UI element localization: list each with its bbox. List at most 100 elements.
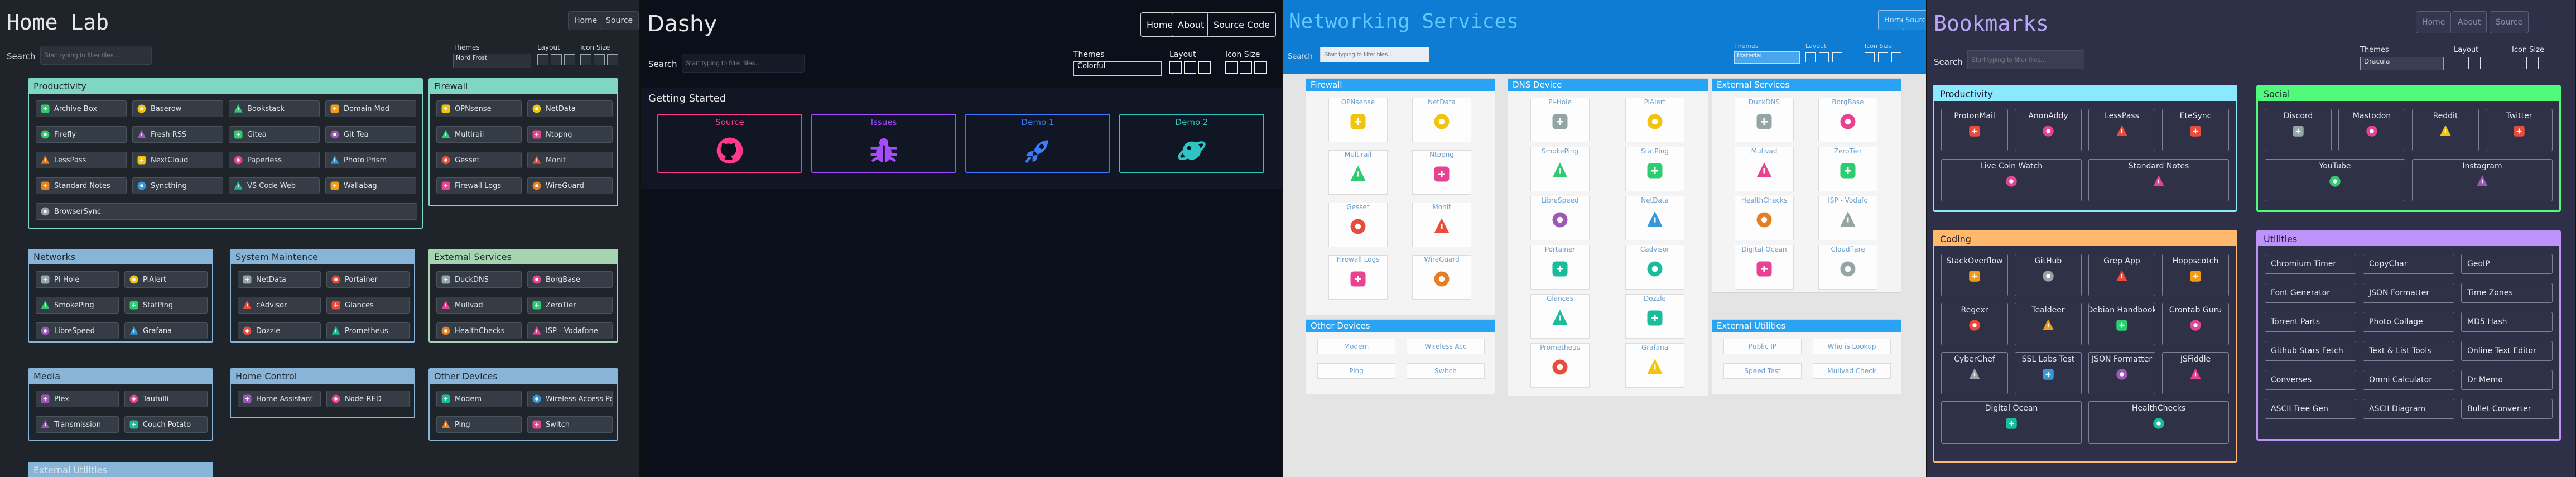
- section-header[interactable]: External Utilities: [29, 463, 212, 477]
- tile-tealdeer[interactable]: Tealdeer: [2015, 303, 2082, 345]
- section-header[interactable]: Social: [2258, 86, 2559, 101]
- link-ascii-diagram[interactable]: ASCII Diagram: [2363, 399, 2454, 419]
- icon-size-small-button[interactable]: [1225, 61, 1238, 74]
- tile-gesset[interactable]: Gesset: [1328, 203, 1388, 247]
- tile-statping[interactable]: StatPing: [124, 297, 208, 314]
- tile-baserow[interactable]: Baserow: [132, 100, 223, 117]
- tile-dozzle[interactable]: Dozzle: [1625, 294, 1684, 339]
- tile-firefly[interactable]: Firefly: [36, 126, 127, 143]
- link-copychar[interactable]: CopyChar: [2363, 254, 2454, 274]
- section-header[interactable]: Firewall: [430, 79, 617, 94]
- tile-borgbase[interactable]: BorgBase: [527, 271, 613, 288]
- tile-smokeping[interactable]: SmokePing: [1530, 147, 1590, 191]
- tile-lesspass[interactable]: LessPass: [2088, 109, 2155, 151]
- tile-vs-code-web[interactable]: VS Code Web: [229, 177, 320, 194]
- nav-source-button[interactable]: Source: [1903, 10, 1926, 30]
- link-json-formatter[interactable]: JSON Formatter: [2363, 283, 2454, 303]
- tile-git-tea[interactable]: Git Tea: [325, 126, 416, 143]
- search-input[interactable]: [40, 46, 152, 65]
- section-header[interactable]: Other Devices: [1306, 320, 1495, 332]
- tile-grafana[interactable]: Grafana: [124, 322, 208, 339]
- theme-select[interactable]: Dracula: [2360, 57, 2444, 70]
- section-header[interactable]: System Maintence: [231, 250, 414, 264]
- link-online-text-editor[interactable]: Online Text Editor: [2461, 341, 2553, 361]
- tile-protonmail[interactable]: ProtonMail: [1941, 109, 2008, 151]
- tile-regexr[interactable]: Regexr: [1941, 303, 2008, 345]
- icon-size-medium-button[interactable]: [1878, 52, 1888, 62]
- tile-netdata[interactable]: NetData: [527, 100, 613, 117]
- tile-couch-potato[interactable]: Couch Potato: [124, 416, 208, 433]
- tile-ping[interactable]: Ping: [436, 416, 522, 433]
- tile-digital-ocean[interactable]: Digital Ocean: [1735, 245, 1794, 290]
- tile-healthchecks[interactable]: HealthChecks: [1735, 196, 1794, 240]
- tile-glances[interactable]: Glances: [326, 297, 410, 314]
- tile-duckdns[interactable]: DuckDNS: [1735, 98, 1794, 142]
- tile-glances[interactable]: Glances: [1530, 294, 1590, 339]
- link-dr-memo[interactable]: Dr Memo: [2461, 370, 2553, 390]
- section-header[interactable]: DNS Device: [1508, 79, 1708, 91]
- tile-stackoverflow[interactable]: StackOverflow: [1941, 254, 2008, 296]
- tile-pi-hole[interactable]: Pi-Hole: [36, 271, 119, 288]
- layout-auto-button[interactable]: [537, 54, 548, 65]
- tile-netdata[interactable]: NetData: [1412, 98, 1471, 142]
- tile-switch[interactable]: Switch: [527, 416, 613, 433]
- tile-portainer[interactable]: Portainer: [326, 271, 410, 288]
- tile-zerotier[interactable]: ZeroTier: [527, 297, 613, 314]
- tile-zerotier[interactable]: ZeroTier: [1818, 147, 1877, 191]
- tile-photo-prism[interactable]: Photo Prism: [325, 152, 416, 168]
- tile-plex[interactable]: Plex: [36, 391, 119, 407]
- tile-archive-box[interactable]: Archive Box: [36, 100, 127, 117]
- nav-about-button[interactable]: About: [2452, 11, 2487, 33]
- link-time-zones[interactable]: Time Zones: [2461, 283, 2553, 303]
- icon-size-medium-button[interactable]: [2526, 57, 2539, 69]
- layout-vertical-button[interactable]: [1198, 61, 1211, 74]
- tile-jsfiddle[interactable]: JSFiddle: [2162, 352, 2229, 394]
- tile-librespeed[interactable]: LibreSpeed: [1530, 196, 1590, 240]
- tile-hoppscotch[interactable]: Hoppscotch: [2162, 254, 2229, 296]
- nav-source-button[interactable]: Source: [2490, 11, 2529, 33]
- link-github-stars-fetch[interactable]: Github Stars Fetch: [2265, 341, 2356, 361]
- tile-ssl-labs-test[interactable]: SSL Labs Test: [2015, 352, 2082, 394]
- tile-gesset[interactable]: Gesset: [436, 152, 522, 168]
- tile-isp-vodafo[interactable]: ISP - Vodafo: [1818, 196, 1877, 240]
- nav-home-button[interactable]: Home: [2416, 11, 2452, 33]
- tile-standard-notes[interactable]: Standard Notes: [36, 177, 127, 194]
- tile-demo-2[interactable]: Demo 2: [1119, 114, 1264, 173]
- tile-prometheus[interactable]: Prometheus: [326, 322, 410, 339]
- tile-prometheus[interactable]: Prometheus: [1530, 343, 1590, 388]
- tile-mullvad[interactable]: Mullvad: [1735, 147, 1794, 191]
- tile-cadvisor[interactable]: cAdvisor: [238, 297, 321, 314]
- icon-size-small-button[interactable]: [2512, 57, 2524, 69]
- layout-horizontal-button[interactable]: [551, 54, 562, 65]
- tile-modem[interactable]: Modem: [436, 391, 522, 407]
- tile-firewall-logs[interactable]: Firewall Logs: [436, 177, 522, 194]
- tile-pialert[interactable]: PiAlert: [1625, 98, 1684, 142]
- nav-source-code-button[interactable]: Source Code: [1207, 12, 1276, 37]
- tile-mastodon[interactable]: Mastodon: [2338, 109, 2405, 151]
- link-torrent-parts[interactable]: Torrent Parts: [2265, 312, 2356, 332]
- nav-home-button[interactable]: Home: [568, 11, 604, 30]
- tile-lesspass[interactable]: LessPass: [36, 152, 127, 168]
- icon-size-large-button[interactable]: [1891, 52, 1901, 62]
- tile-duckdns[interactable]: DuckDNS: [436, 271, 522, 288]
- tile-wallabag[interactable]: Wallabag: [325, 177, 416, 194]
- tile-multirail[interactable]: Multirail: [1328, 150, 1388, 195]
- tile-ntopng[interactable]: Ntopng: [527, 126, 613, 143]
- tile-transmission[interactable]: Transmission: [36, 416, 119, 433]
- tile-reddit[interactable]: Reddit: [2412, 109, 2479, 151]
- tile-borgbase[interactable]: BorgBase: [1818, 98, 1877, 142]
- tile-instagram[interactable]: Instagram: [2412, 159, 2553, 201]
- link-chromium-timer[interactable]: Chromium Timer: [2265, 254, 2356, 274]
- section-header[interactable]: External Services: [1712, 79, 1901, 91]
- tile-modem[interactable]: Modem: [1317, 339, 1395, 354]
- tile-wireguard[interactable]: WireGuard: [527, 177, 613, 194]
- tile-grep-app[interactable]: Grep App: [2088, 254, 2155, 296]
- tile-tautulli[interactable]: Tautulli: [124, 391, 208, 407]
- tile-pi-hole[interactable]: Pi-Hole: [1530, 98, 1590, 142]
- icon-size-large-button[interactable]: [2541, 57, 2553, 69]
- icon-size-large-button[interactable]: [607, 54, 618, 65]
- layout-vertical-button[interactable]: [564, 54, 575, 65]
- tile-speed-test[interactable]: Speed Test: [1723, 363, 1802, 379]
- tile-grafana[interactable]: Grafana: [1625, 343, 1684, 388]
- search-input[interactable]: [682, 54, 805, 73]
